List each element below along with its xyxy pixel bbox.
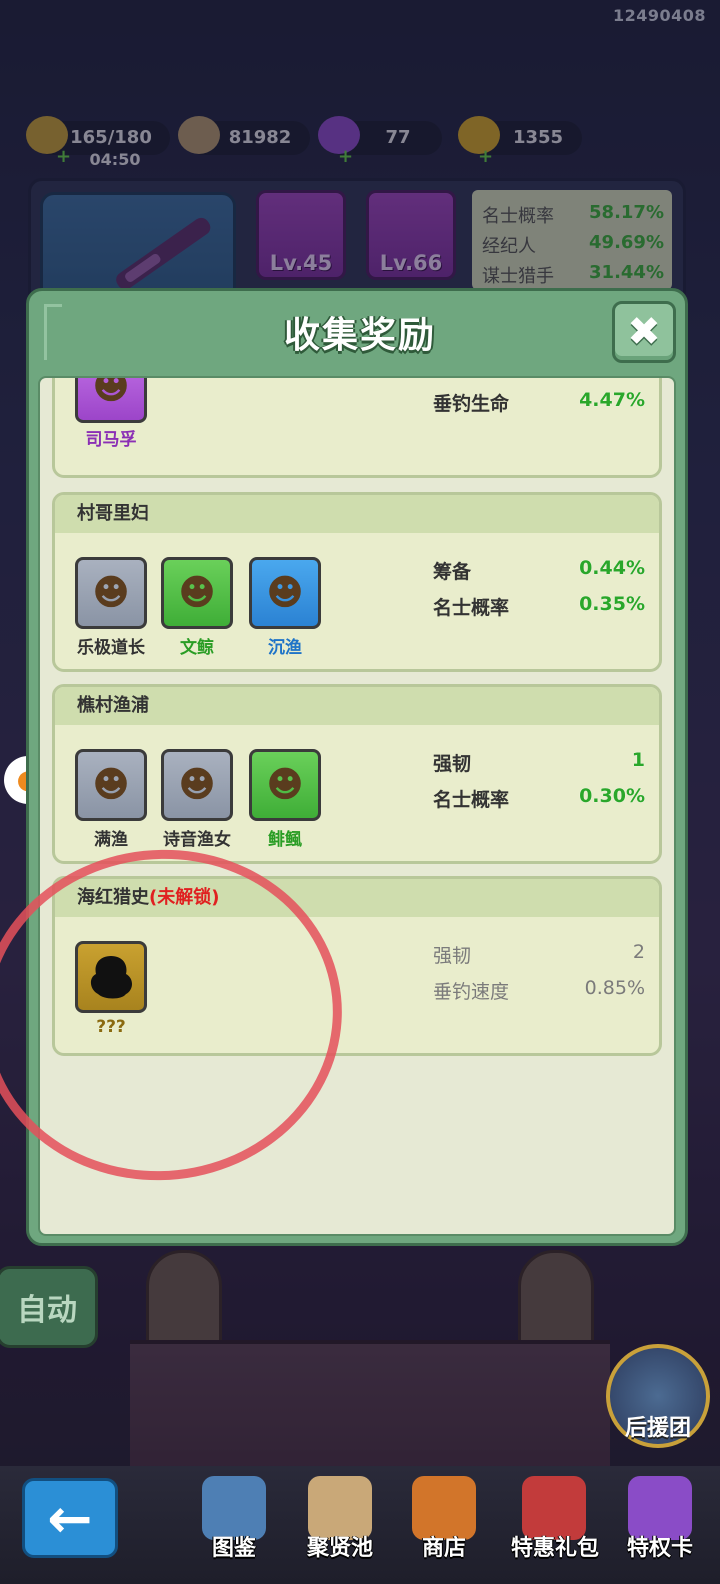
rescue-team-label: 后援团: [624, 1416, 691, 1441]
hero-portrait[interactable]: ☻: [75, 376, 147, 423]
hero-portrait[interactable]: ☻: [249, 557, 321, 629]
hero-portrait[interactable]: ☻: [75, 557, 147, 629]
hero-face-icon: ☻: [266, 572, 304, 614]
hero-portrait[interactable]: ☻: [161, 557, 233, 629]
bonus-label: 名士概率: [433, 597, 510, 619]
bonus-value: 0.35%: [579, 593, 645, 615]
nav-item-privilege[interactable]: 特权卡: [610, 1476, 710, 1576]
auto-button[interactable]: 自动: [0, 1266, 98, 1348]
hero-name: 鲱鲺: [268, 830, 302, 850]
group-title: 村哥里妇: [55, 495, 659, 533]
back-button[interactable]: ←: [22, 1478, 118, 1558]
bonus-row: 强韧 1: [433, 749, 645, 776]
bonus-row: 筹备 0.44%: [433, 557, 645, 584]
reward-group: ☻ 司马孚 垂钓生命 4.47%: [52, 376, 662, 478]
bonus-value: 4.47%: [579, 389, 645, 411]
bonus-value: 1: [631, 749, 645, 771]
bonus-value: 0.44%: [579, 557, 645, 579]
hero-name: 沉渔: [268, 638, 302, 658]
group-title: 樵村渔浦: [55, 687, 659, 725]
bonus-row: 强韧 2: [433, 941, 645, 968]
nav-label: 聚贤池: [306, 1536, 373, 1561]
close-button[interactable]: ✖: [612, 301, 676, 363]
bonus-value: 0.30%: [579, 785, 645, 807]
close-icon: ✖: [627, 309, 661, 355]
hero-face-icon: ☻: [178, 572, 216, 614]
nav-item-shop[interactable]: 商店: [398, 1476, 490, 1576]
bonus-row: 垂钓速度 0.85%: [433, 977, 645, 1004]
bonus-label: 强韧: [433, 753, 472, 775]
bonus-value: 0.85%: [584, 977, 645, 999]
nav-item-handbook[interactable]: 图鉴: [188, 1476, 280, 1576]
bonus-label: 垂钓生命: [433, 393, 510, 415]
hero-portrait[interactable]: ☻: [249, 749, 321, 821]
hero-face-icon: ☻: [92, 764, 130, 806]
hero-face-icon: ☻: [92, 376, 130, 408]
hero-name: 司马孚: [85, 430, 137, 450]
nav-label: 商店: [421, 1536, 466, 1561]
nav-item-recruit[interactable]: 聚贤池: [294, 1476, 386, 1576]
nav-label: 特权卡: [626, 1536, 693, 1561]
bonus-value: 2: [632, 941, 645, 963]
reward-group: 樵村渔浦 ☻ 满渔 ☻ 诗音渔女 ☻ 鲱鲺 强韧 1 名士概率 0.30%: [52, 684, 662, 864]
bonus-row: 名士概率 0.35%: [433, 593, 645, 620]
nav-label: 图鉴: [211, 1536, 256, 1561]
hero-face-icon: ☻: [92, 572, 130, 614]
bonus-row: 名士概率 0.30%: [433, 785, 645, 812]
hero-portrait[interactable]: ☻: [75, 749, 147, 821]
hero-portrait[interactable]: ☻: [161, 749, 233, 821]
bonus-label: 名士概率: [433, 789, 510, 811]
nav-item-deals[interactable]: 特惠礼包: [500, 1476, 610, 1576]
nav-label: 特惠礼包: [510, 1536, 599, 1561]
reward-group: 村哥里妇 ☻ 乐极道长 ☻ 文鲸 ☻ 沉渔 筹备 0.44% 名士概率 0.35…: [52, 492, 662, 672]
bonus-row: 垂钓生命 4.47%: [433, 389, 645, 416]
back-arrow-icon: ←: [47, 1486, 93, 1550]
hero-face-icon: ☻: [266, 764, 304, 806]
bonus-label: 强韧: [433, 945, 472, 967]
hero-face-icon: ☻: [178, 764, 216, 806]
bonus-label: 筹备: [433, 561, 472, 583]
bonus-label: 垂钓速度: [433, 981, 510, 1003]
